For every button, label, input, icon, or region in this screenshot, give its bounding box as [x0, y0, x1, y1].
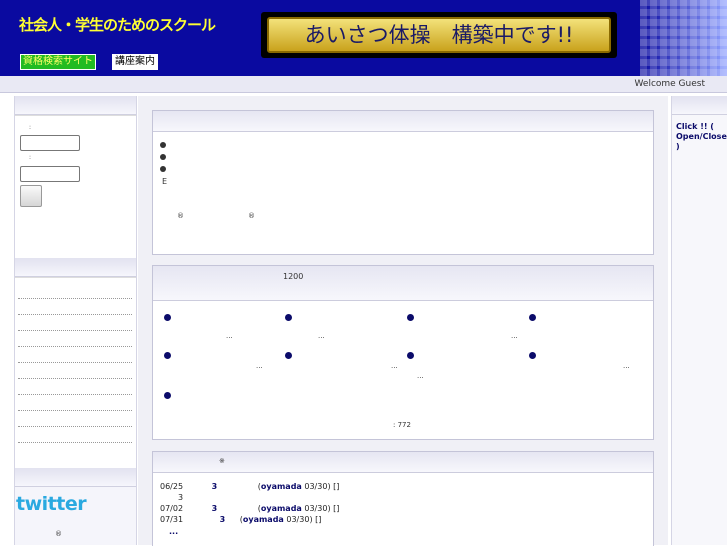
course-bullet[interactable] [407, 314, 414, 321]
banner-text: あいさつ体操 構築中です!! [267, 17, 611, 53]
ellipsis: ... [318, 332, 325, 340]
more-link[interactable]: ... [169, 527, 178, 536]
row-count: 3 [178, 493, 184, 502]
twitter-header [15, 468, 136, 487]
site-title[interactable]: 社会人・学生のためのスクール [19, 14, 216, 35]
login-button[interactable] [20, 185, 42, 207]
ellipsis: ... [226, 332, 233, 340]
board-row[interactable]: 07/31 3 (oyamada 03/30) [] [160, 515, 321, 524]
info-panel: E ® ® [152, 110, 654, 255]
row-stamp: 03/30 [286, 515, 310, 524]
menu-item[interactable] [18, 410, 132, 411]
ellipsis: ... [511, 332, 518, 340]
welcome-text: Welcome Guest [634, 79, 705, 89]
board-header-icon: ※ [219, 457, 225, 465]
course-bullet[interactable] [164, 392, 171, 399]
board-panel-header: ※ [153, 452, 653, 473]
row-tail: [] [333, 482, 340, 491]
left-footer-mark: ® [55, 530, 62, 538]
welcome-bar: Welcome Guest [0, 76, 727, 93]
nav-course-guide[interactable]: 講座案内 [112, 54, 158, 70]
open-close-toggle[interactable]: Click !! ( Open/Close ) [676, 122, 727, 152]
menu-item[interactable] [18, 442, 132, 443]
username-label: : [29, 124, 32, 131]
course-bullet[interactable] [285, 314, 292, 321]
header-decoration [640, 0, 727, 76]
list-bullet [160, 166, 166, 172]
course-panel: 1200 ... ... ... ... ... ... ... : 772 [152, 265, 654, 440]
row-date: 06/25 [160, 482, 184, 491]
board-row[interactable]: 07/02 3 (oyamada 03/30) [] [160, 504, 339, 513]
board-panel: ※ 06/25 3 (oyamada 03/30) [] 3 07/02 3 (… [152, 451, 654, 546]
nav-qualification-search[interactable]: 資格検索サイト [20, 54, 96, 70]
login-header [15, 96, 136, 115]
row-tail: [] [333, 504, 340, 513]
registered-mark: ® [177, 212, 184, 220]
course-panel-header: 1200 [153, 266, 653, 301]
menu-item[interactable] [18, 394, 132, 395]
row-date: 07/02 [160, 504, 184, 513]
menu-item[interactable] [18, 378, 132, 379]
more-text[interactable]: ... [169, 527, 178, 536]
twitter-logo[interactable]: twitter [16, 493, 87, 515]
ellipsis: ... [417, 372, 424, 380]
right-sidebar: Click !! ( Open/Close ) [671, 96, 727, 545]
course-bullet[interactable] [529, 352, 536, 359]
row-count[interactable]: 3 [220, 515, 226, 524]
ellipsis: ... [623, 362, 630, 370]
row-user[interactable]: oyamada [261, 504, 302, 513]
menu-item[interactable] [18, 362, 132, 363]
list-bullet [160, 154, 166, 160]
row-count[interactable]: 3 [212, 504, 218, 513]
menu-item[interactable] [18, 426, 132, 427]
course-bullet[interactable] [529, 314, 536, 321]
row-user[interactable]: oyamada [243, 515, 284, 524]
course-bullet[interactable] [164, 314, 171, 321]
course-bullet[interactable] [407, 352, 414, 359]
menu-header [15, 258, 136, 277]
info-line-e: E [162, 177, 168, 186]
menu-item[interactable] [18, 346, 132, 347]
menu-item[interactable] [18, 330, 132, 331]
info-panel-header [153, 111, 653, 132]
site-header: 社会人・学生のためのスクール 資格検索サイト 講座案内 あいさつ体操 構築中です… [0, 0, 727, 76]
course-count: 1200 [283, 272, 304, 281]
row-date: 07/31 [160, 515, 184, 524]
ellipsis: ... [391, 362, 398, 370]
password-input[interactable] [20, 166, 80, 182]
username-input[interactable] [20, 135, 80, 151]
row-tail: [] [315, 515, 322, 524]
ellipsis: ... [256, 362, 263, 370]
left-sidebar: : : twitter ® [14, 96, 137, 545]
course-total: : 772 [393, 421, 411, 429]
board-row[interactable]: 06/25 3 (oyamada 03/30) [] [160, 482, 339, 491]
row-stamp: 03/30 [304, 504, 328, 513]
menu-item[interactable] [18, 314, 132, 315]
main-content: E ® ® 1200 ... ... ... ... ... ... ... :… [138, 96, 668, 546]
menu-item[interactable] [18, 298, 132, 299]
right-header [672, 96, 727, 115]
list-bullet [160, 142, 166, 148]
password-label: : [29, 154, 32, 161]
course-bullet[interactable] [164, 352, 171, 359]
registered-mark: ® [248, 212, 255, 220]
board-row[interactable]: 3 [178, 493, 183, 502]
row-user[interactable]: oyamada [261, 482, 302, 491]
menu-list [15, 277, 136, 468]
course-bullet[interactable] [285, 352, 292, 359]
row-stamp: 03/30 [304, 482, 328, 491]
construction-banner[interactable]: あいさつ体操 構築中です!! [261, 12, 617, 58]
login-box: : : [15, 115, 136, 258]
row-count[interactable]: 3 [212, 482, 218, 491]
